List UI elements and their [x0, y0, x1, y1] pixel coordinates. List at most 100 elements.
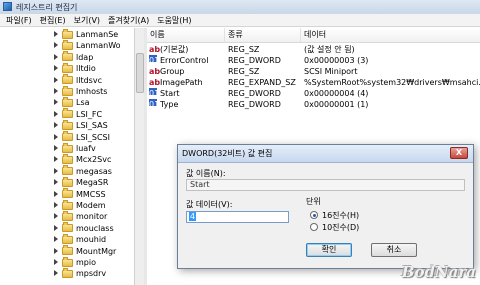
expand-arrow-icon[interactable]: [54, 236, 58, 243]
tree-item[interactable]: luafv: [54, 142, 96, 154]
menu-favorites[interactable]: 즐겨찾기(A): [108, 14, 149, 26]
tree-item[interactable]: ldap: [54, 51, 94, 63]
value-row[interactable]: ab Group REG_SZ SCSI Miniport: [147, 66, 480, 77]
tree-item[interactable]: lmhosts: [54, 85, 107, 97]
value-row[interactable]: 0110Type REG_DWORD 0x00000001 (1): [147, 99, 480, 110]
value-data: (값 설정 안 됨): [304, 45, 355, 54]
tree-item[interactable]: Mcx2Svc: [54, 153, 111, 165]
expand-arrow-icon[interactable]: [54, 202, 58, 208]
tree-item-label: mouclass: [76, 223, 114, 233]
expand-arrow-icon[interactable]: [54, 167, 58, 174]
cancel-button[interactable]: 취소: [371, 243, 417, 257]
expand-arrow-icon[interactable]: [54, 190, 58, 197]
folder-icon: [62, 62, 73, 73]
tree-item[interactable]: LSI_FC: [54, 108, 103, 120]
tree-item[interactable]: MountMgr: [54, 245, 116, 257]
value-row[interactable]: ab (기본값) REG_SZ (값 설정 안 됨): [147, 44, 480, 55]
expand-arrow-icon[interactable]: [54, 247, 58, 254]
menu-bar: 파일(F) 편집(E) 보기(V) 즐겨찾기(A) 도움말(H): [0, 14, 480, 27]
expand-arrow-icon[interactable]: [54, 65, 58, 72]
expand-arrow-icon[interactable]: [54, 156, 58, 163]
tree-item-label: monitor: [76, 212, 108, 222]
expand-arrow-icon[interactable]: [54, 53, 58, 60]
menu-view[interactable]: 보기(V): [74, 14, 100, 26]
ok-button[interactable]: 확인: [306, 243, 352, 257]
tree-item[interactable]: MMCSS: [54, 188, 106, 200]
value-row[interactable]: 0110Start REG_DWORD 0x00000004 (4): [147, 88, 480, 99]
column-header-type[interactable]: 종류: [225, 28, 301, 42]
value-row[interactable]: 0110ErrorControl REG_DWORD 0x00000003 (3): [147, 55, 480, 66]
value-data: 0x00000003 (3): [304, 56, 369, 65]
expand-arrow-icon[interactable]: [54, 179, 58, 186]
expand-arrow-icon[interactable]: [54, 99, 58, 106]
value-type: REG_DWORD: [228, 89, 281, 98]
tree-item[interactable]: LanmanWo: [54, 39, 121, 51]
tree-item-label: MMCSS: [76, 189, 106, 199]
value-type: REG_DWORD: [228, 100, 281, 109]
tree-item-label: Modem: [76, 201, 106, 210]
hex-radio-label[interactable]: 16진수(H): [322, 210, 359, 221]
menu-edit[interactable]: 편집(E): [40, 14, 66, 26]
folder-icon: [62, 51, 73, 62]
tree-item[interactable]: mouclass: [54, 222, 114, 234]
binary-value-icon: 0110: [149, 99, 157, 106]
expand-arrow-icon[interactable]: [54, 122, 58, 129]
tree-item[interactable]: mpsdrv: [54, 267, 106, 279]
tree-item[interactable]: Modem: [54, 199, 106, 211]
value-row[interactable]: ab ImagePath REG_EXPAND_SZ %SystemRoot%syst…: [147, 77, 480, 88]
dec-radio-label[interactable]: 10진수(D): [322, 222, 359, 233]
expand-arrow-icon[interactable]: [54, 259, 58, 265]
tree-item[interactable]: LSI_SAS: [54, 119, 108, 131]
regedit-app-icon: [3, 2, 12, 11]
expand-arrow-icon[interactable]: [54, 31, 58, 37]
dialog-close-button[interactable]: X: [450, 147, 468, 159]
tree-indent-area: [0, 28, 38, 285]
string-value-icon: ab: [149, 45, 161, 54]
tree-item[interactable]: MegaSR: [54, 176, 108, 188]
hex-radio[interactable]: [310, 211, 318, 219]
tree-scrollbar-thumb[interactable]: [136, 53, 144, 93]
tree-item[interactable]: megasas: [54, 165, 112, 177]
tree-item-label: ldap: [76, 52, 94, 62]
expand-arrow-icon[interactable]: [54, 42, 58, 49]
tree-item[interactable]: Lsa: [54, 96, 90, 108]
folder-icon: [62, 222, 73, 233]
expand-arrow-icon[interactable]: [54, 76, 58, 83]
folder-icon: [62, 188, 73, 199]
tree-item[interactable]: LanmanSe: [54, 28, 118, 40]
folder-icon: [62, 119, 73, 130]
expand-arrow-icon[interactable]: [54, 110, 58, 117]
folder-icon: [62, 199, 73, 210]
window-titlebar[interactable]: 레지스트리 편집기: [0, 0, 480, 15]
dec-radio[interactable]: [310, 223, 318, 231]
expand-arrow-icon[interactable]: [54, 88, 58, 94]
dialog-titlebar[interactable]: DWORD(32비트) 값 편집 X: [178, 145, 473, 163]
column-header-name[interactable]: 이름: [147, 28, 225, 42]
tree-item[interactable]: mpio: [54, 256, 96, 268]
value-type: REG_SZ: [228, 45, 260, 54]
folder-icon: [62, 74, 73, 85]
expand-arrow-icon[interactable]: [54, 270, 58, 277]
value-data-input[interactable]: 4: [186, 211, 289, 223]
expand-arrow-icon[interactable]: [54, 213, 58, 220]
menu-file[interactable]: 파일(F): [6, 14, 32, 26]
tree-item-label: LSI_SCSI: [76, 132, 110, 142]
base-group-label: 단위: [306, 197, 321, 206]
expand-arrow-icon[interactable]: [54, 224, 58, 231]
column-header-data[interactable]: 데이터: [301, 28, 480, 42]
tree-item[interactable]: lltdsvc: [54, 74, 102, 86]
string-value-icon: ab: [149, 78, 161, 87]
tree-item[interactable]: lltdio: [54, 62, 96, 74]
tree-item[interactable]: LSI_SCSI: [54, 131, 110, 143]
menu-help[interactable]: 도움말(H): [157, 14, 191, 26]
tree-item-label: lltdsvc: [76, 75, 102, 85]
tree-item-label: LSI_SAS: [76, 121, 108, 131]
tree-item[interactable]: monitor: [54, 210, 108, 222]
expand-arrow-icon[interactable]: [54, 133, 58, 140]
tree-item-label: lltdio: [76, 64, 96, 74]
expand-arrow-icon[interactable]: [54, 145, 58, 151]
registry-key-tree[interactable]: LanmanSe LanmanWo ldap lltdio lltdsvc lmhosts…: [0, 28, 134, 285]
tree-item-label: LSI_FC: [76, 109, 103, 119]
tree-item[interactable]: mouhid: [54, 233, 106, 245]
value-name: ImagePath: [160, 78, 203, 87]
